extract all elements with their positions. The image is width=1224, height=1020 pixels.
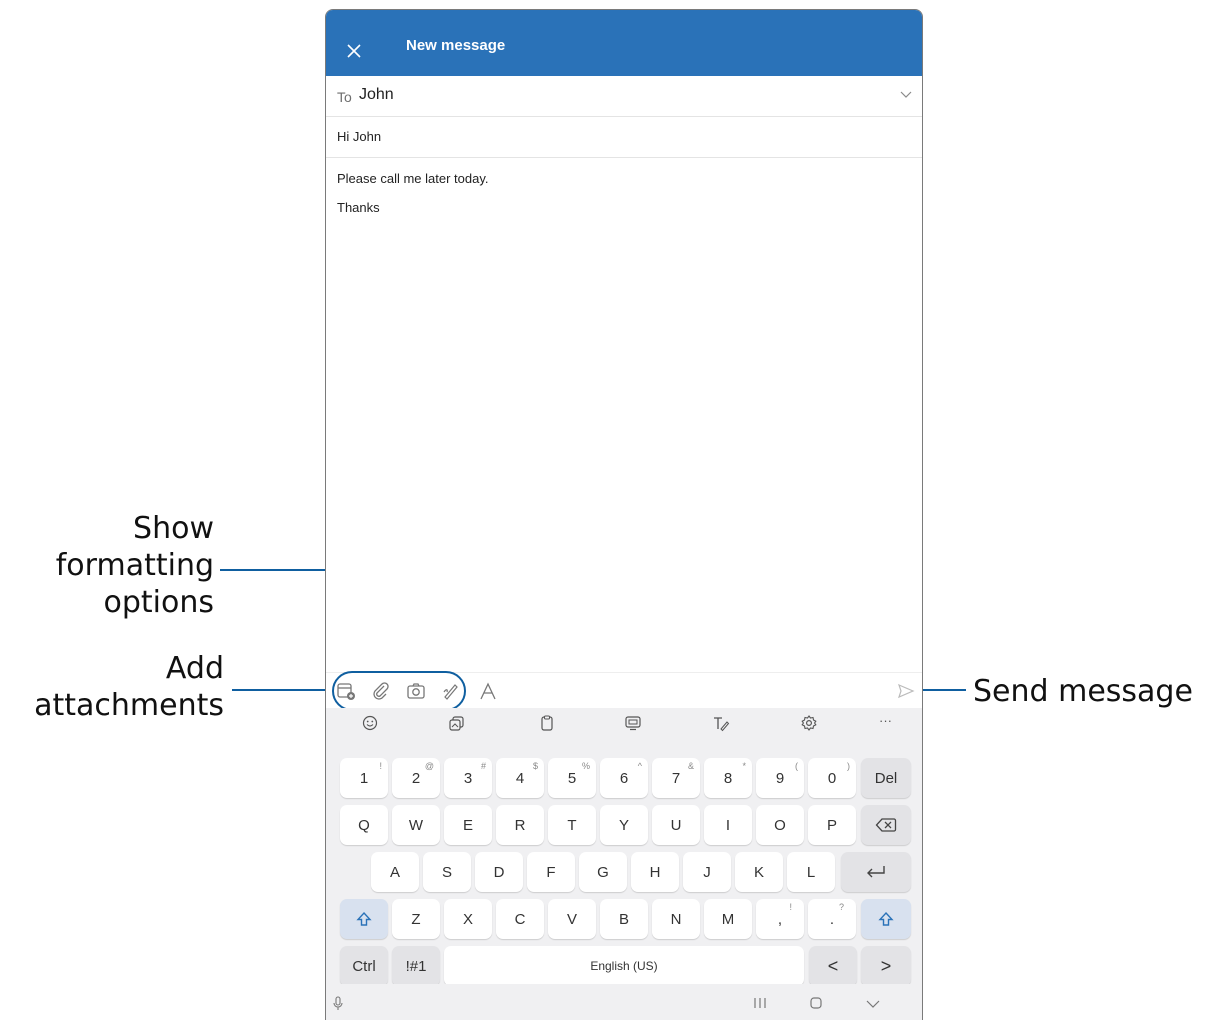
close-icon[interactable] xyxy=(343,40,365,62)
camera-icon[interactable] xyxy=(406,681,426,701)
key-z[interactable]: Z xyxy=(392,899,440,939)
key-7[interactable]: 7 & xyxy=(652,758,700,798)
keyboard: ··· 1! 2 @ 3 # 4 $ 5% 6 ^ 7 & 8 * 9( 0) Del Q … xyxy=(326,708,922,1020)
cursor-right-key[interactable]: > xyxy=(861,946,911,986)
key-g[interactable]: G xyxy=(579,852,627,892)
settings-icon[interactable] xyxy=(800,714,818,732)
page-title: New message xyxy=(406,37,506,54)
key-c[interactable]: C xyxy=(496,899,544,939)
handwriting-icon[interactable] xyxy=(712,714,730,732)
key-p[interactable]: P xyxy=(808,805,856,845)
key-x[interactable]: X xyxy=(444,899,492,939)
key-y[interactable]: Y xyxy=(600,805,648,845)
callout-line: Add xyxy=(165,651,224,686)
recipient-chip[interactable]: John xyxy=(359,86,394,104)
symbols-key[interactable]: !#1 xyxy=(392,946,440,986)
body-line: Please call me later today. xyxy=(337,171,489,186)
callout-line: Send message xyxy=(973,674,1193,709)
key-t[interactable]: T xyxy=(548,805,596,845)
key-n[interactable]: N xyxy=(652,899,700,939)
key-6[interactable]: 6 ^ xyxy=(600,758,648,798)
key-period[interactable]: .? xyxy=(808,899,856,939)
tablet-screen: New message To John Hi John Please call … xyxy=(325,9,923,1020)
key-9[interactable]: 9( xyxy=(756,758,804,798)
home-icon[interactable] xyxy=(809,996,823,1010)
draw-icon[interactable] xyxy=(441,681,461,701)
send-icon[interactable] xyxy=(896,681,916,701)
recents-icon[interactable] xyxy=(752,996,768,1010)
key-w[interactable]: W xyxy=(392,805,440,845)
body-line: Thanks xyxy=(337,200,380,215)
shift-icon xyxy=(878,911,894,926)
shift-icon xyxy=(356,911,372,926)
callout-line: Show xyxy=(133,511,214,546)
key-v[interactable]: V xyxy=(548,899,596,939)
key-1[interactable]: 1! xyxy=(340,758,388,798)
screen-icon[interactable] xyxy=(624,714,642,732)
key-i[interactable]: I xyxy=(704,805,752,845)
more-icon[interactable]: ··· xyxy=(879,713,892,728)
key-b[interactable]: B xyxy=(600,899,648,939)
subject-field[interactable]: Hi John xyxy=(326,117,922,158)
attachments-leader xyxy=(232,689,332,691)
shift-key-right[interactable] xyxy=(861,899,911,939)
key-o[interactable]: O xyxy=(756,805,804,845)
key-s[interactable]: S xyxy=(423,852,471,892)
callout-line: attachments xyxy=(34,688,224,723)
to-label: To xyxy=(337,89,352,105)
key-k[interactable]: K xyxy=(735,852,783,892)
key-2[interactable]: 2 @ xyxy=(392,758,440,798)
key-d[interactable]: D xyxy=(475,852,523,892)
back-chevron-icon[interactable] xyxy=(866,999,880,1009)
cursor-left-key[interactable]: < xyxy=(809,946,857,986)
keyboard-toolbar: ··· xyxy=(326,708,922,740)
chevron-down-icon[interactable] xyxy=(900,91,912,99)
key-f[interactable]: F xyxy=(527,852,575,892)
callout-add-attachments: Add attachments xyxy=(0,650,224,724)
backspace-key[interactable] xyxy=(861,805,911,845)
key-j[interactable]: J xyxy=(683,852,731,892)
callout-send-message: Send message xyxy=(973,673,1223,710)
key-m[interactable]: M xyxy=(704,899,752,939)
key-e[interactable]: E xyxy=(444,805,492,845)
paperclip-icon[interactable] xyxy=(371,681,391,701)
clipboard-icon[interactable] xyxy=(538,714,556,732)
navigation-bar xyxy=(326,984,922,1020)
space-key[interactable]: English (US) xyxy=(444,946,804,986)
key-q[interactable]: Q xyxy=(340,805,388,845)
ctrl-key[interactable]: Ctrl xyxy=(340,946,388,986)
shift-key-left[interactable] xyxy=(340,899,388,939)
key-u[interactable]: U xyxy=(652,805,700,845)
key-5[interactable]: 5% xyxy=(548,758,596,798)
key-3[interactable]: 3 # xyxy=(444,758,492,798)
microphone-icon[interactable] xyxy=(332,996,344,1012)
compose-toolbar xyxy=(326,671,922,711)
key-h[interactable]: H xyxy=(631,852,679,892)
sticker-icon[interactable] xyxy=(448,714,466,732)
key-comma[interactable]: ,! xyxy=(756,899,804,939)
enter-key[interactable] xyxy=(841,852,911,892)
emoji-icon[interactable] xyxy=(361,714,379,732)
key-l[interactable]: L xyxy=(787,852,835,892)
subject-value: Hi John xyxy=(337,129,382,144)
del-key[interactable]: Del xyxy=(861,758,911,798)
to-field[interactable]: To John xyxy=(326,76,922,117)
backspace-icon xyxy=(875,818,897,832)
key-r[interactable]: R xyxy=(496,805,544,845)
message-body[interactable]: Please call me later today. Thanks xyxy=(326,158,922,670)
key-4[interactable]: 4 $ xyxy=(496,758,544,798)
callout-line: formatting xyxy=(55,548,214,583)
key-a[interactable]: A xyxy=(371,852,419,892)
enter-icon xyxy=(867,866,885,878)
callout-formatting-options: Show formatting options xyxy=(20,510,214,621)
calendar-add-icon[interactable] xyxy=(336,681,356,701)
callout-line: options xyxy=(103,585,215,620)
app-bar: New message xyxy=(326,10,922,76)
key-0[interactable]: 0) xyxy=(808,758,856,798)
text-format-icon[interactable] xyxy=(478,681,498,701)
key-8[interactable]: 8 * xyxy=(704,758,752,798)
